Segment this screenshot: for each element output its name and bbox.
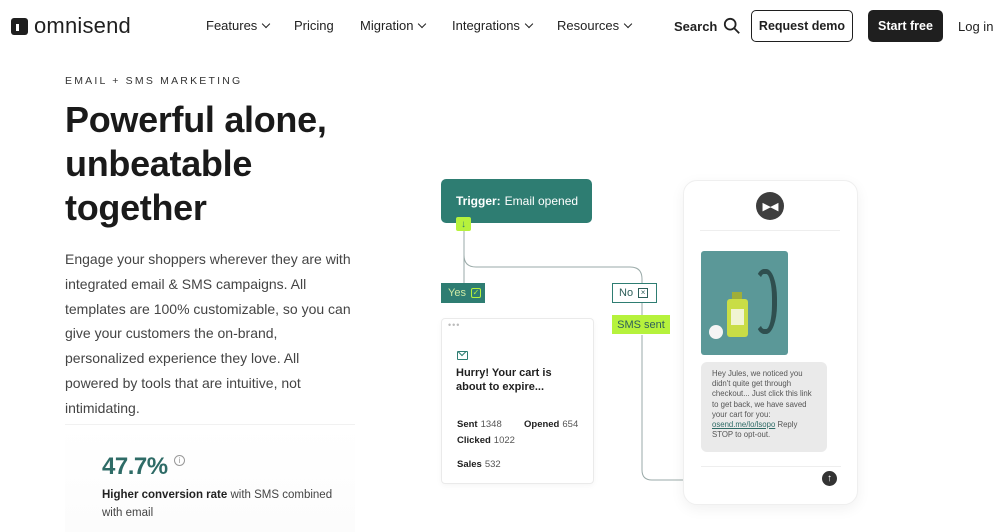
stat-caption: Higher conversion rate with SMS combined… [102, 489, 333, 519]
eyebrow-label: EMAIL + SMS MARKETING [65, 75, 243, 87]
nav-item-pricing[interactable]: Pricing [294, 18, 334, 33]
logo[interactable]: omnisend [11, 13, 131, 39]
metric-sent: Sent 1348 [457, 419, 502, 430]
brand-name: omnisend [34, 13, 131, 38]
request-demo-button[interactable]: Request demo [751, 10, 853, 42]
email-subject: Hurry! Your cart is about to expire... [456, 367, 552, 393]
send-arrow-icon[interactable]: ↑ [822, 471, 837, 486]
chevron-down-icon [524, 19, 534, 29]
metric-opened: Opened 654 [524, 419, 579, 430]
start-free-button[interactable]: Start free [868, 10, 943, 42]
stat-value: 47.7% [102, 453, 168, 480]
message-input[interactable] [701, 466, 841, 490]
no-branch-chip: No × [612, 283, 657, 303]
info-icon[interactable]: i [174, 455, 185, 466]
yes-branch-chip: Yes ✓ [441, 283, 485, 303]
sms-sent-chip: SMS sent [612, 315, 670, 334]
metric-clicked: Clicked 1022 [457, 435, 515, 446]
search-button[interactable]: Search [674, 17, 741, 35]
nav-item-migration[interactable]: Migration [360, 18, 427, 33]
chevron-down-icon [623, 19, 633, 29]
chevron-down-icon [418, 19, 427, 29]
login-link[interactable]: Log in [958, 19, 993, 34]
close-icon: × [638, 288, 649, 298]
brand-avatar: ▶◀ [756, 192, 784, 220]
chevron-down-icon [262, 19, 271, 29]
nav-item-resources[interactable]: Resources [557, 18, 633, 33]
sms-link[interactable]: osend.me/lo/lsopo [712, 420, 775, 429]
top-nav: omnisend Features Pricing Migration Inte… [0, 0, 1000, 52]
phone-divider [700, 230, 840, 231]
nav-item-integrations[interactable]: Integrations [452, 18, 534, 33]
hero-description: Engage your shoppers wherever they are w… [65, 251, 351, 416]
more-dots-icon: ••• [448, 320, 461, 330]
search-icon [724, 17, 741, 34]
arrow-down-icon: ↓ [456, 217, 471, 231]
check-icon: ✓ [470, 288, 481, 298]
omnisend-logo-icon [11, 17, 28, 35]
mail-icon [457, 351, 468, 360]
nav-item-features[interactable]: Features [206, 18, 271, 33]
product-image [701, 251, 788, 355]
hero-headline: Powerful alone, unbeatable together [65, 99, 327, 228]
metric-sales: Sales 532 [457, 459, 501, 470]
search-label: Search [674, 18, 718, 34]
sms-message-bubble: Hey Jules, we noticed you didn't quite g… [701, 362, 827, 452]
